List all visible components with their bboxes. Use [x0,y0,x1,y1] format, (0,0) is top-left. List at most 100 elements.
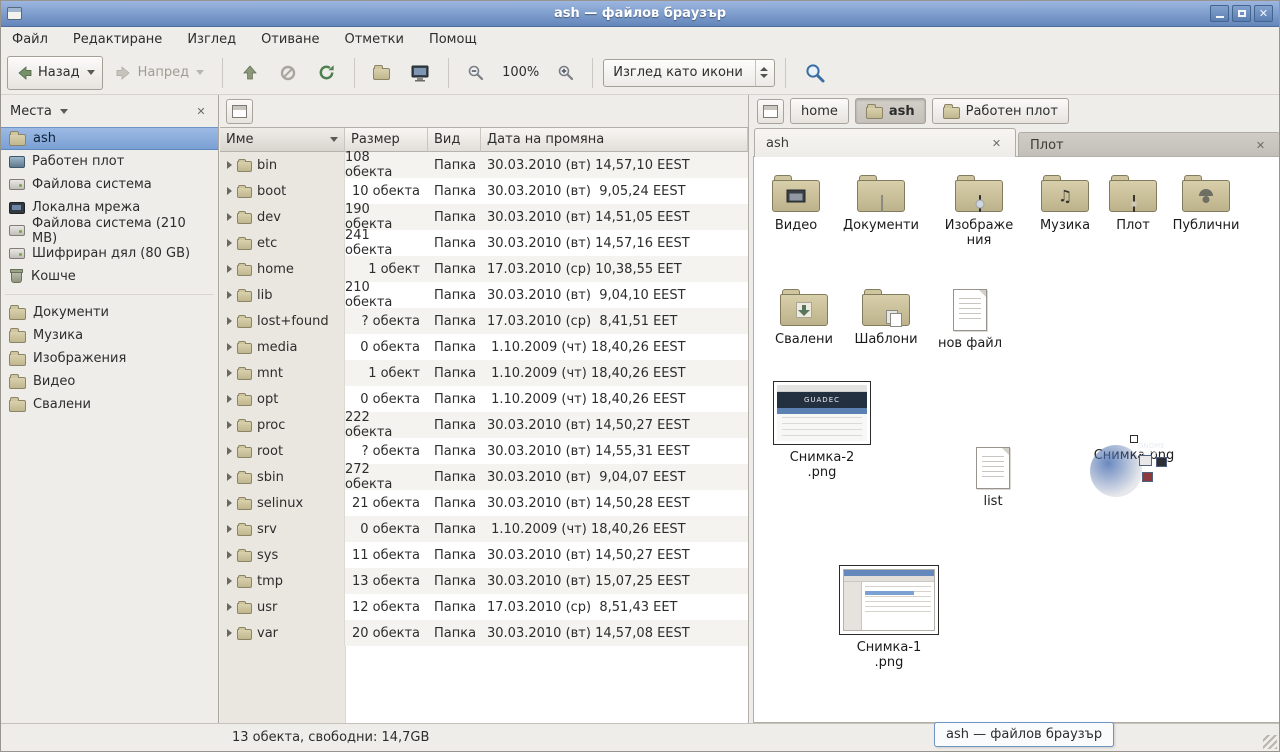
expander-icon[interactable] [227,447,232,455]
table-row[interactable]: lib 210 обекта Папка 30.03.2010 (вт) 9,0… [220,282,748,308]
sidebar-item-desktop[interactable]: Работен плот [1,150,218,173]
close-button[interactable] [1254,5,1273,22]
table-row[interactable]: boot 10 обекта Папка 30.03.2010 (вт) 9,0… [220,178,748,204]
sidebar-item-pictures[interactable]: Изображения [1,347,218,370]
expander-icon[interactable] [227,473,232,481]
home-button[interactable] [365,56,398,90]
expander-icon[interactable] [227,421,232,429]
column-header-name[interactable]: Име [220,128,345,152]
location-toggle-button[interactable] [226,99,253,124]
expander-icon[interactable] [227,265,232,273]
sidebar-item-encrypted-80gb[interactable]: Шифриран дял (80 GB) [1,242,218,265]
icon-new-file[interactable]: нов файл [928,289,1012,352]
icon-list-file[interactable]: list [951,447,1035,510]
table-row[interactable]: usr 12 обекта Папка 17.03.2010 (ср) 8,51… [220,594,748,620]
sidebar-item-ash[interactable]: ash [1,127,218,150]
table-row[interactable]: bin 108 обекта Папка 30.03.2010 (вт) 14,… [220,152,748,178]
icon-folder-pictures[interactable]: Изображения [942,173,1016,249]
menu-file[interactable]: Файл [12,32,48,47]
breadcrumb-ash[interactable]: ash [855,98,926,124]
table-row[interactable]: opt 0 обекта Папка 1.10.2009 (чт) 18,40,… [220,386,748,412]
view-mode-combobox[interactable]: Изглед като икони [603,59,775,87]
table-row[interactable]: home 1 обект Папка 17.03.2010 (ср) 10,38… [220,256,748,282]
computer-button[interactable] [402,56,438,90]
titlebar[interactable]: ash — файлов браузър [1,1,1279,27]
expander-icon[interactable] [227,551,232,559]
sidebar-item-filesystem-210mb[interactable]: Файлова система (210 MB) [1,219,218,242]
table-row[interactable]: etc 241 обекта Папка 30.03.2010 (вт) 14,… [220,230,748,256]
expander-icon[interactable] [227,369,232,377]
icon-snimka-2-png[interactable]: GUADEC Снимка-2.png [772,381,872,481]
tab-close-icon[interactable] [989,136,1004,151]
path-root-button[interactable] [757,99,784,124]
expander-icon[interactable] [227,395,232,403]
table-row[interactable]: proc 222 обекта Папка 30.03.2010 (вт) 14… [220,412,748,438]
table-row[interactable]: tmp 13 обекта Папка 30.03.2010 (вт) 15,0… [220,568,748,594]
breadcrumb-home[interactable]: home [790,98,849,124]
table-row[interactable]: root ? обекта Папка 30.03.2010 (вт) 14,5… [220,438,748,464]
back-button[interactable]: Назад [7,56,103,90]
maximize-button[interactable] [1232,5,1251,22]
table-row[interactable]: sbin 272 обекта Папка 30.03.2010 (вт) 9,… [220,464,748,490]
sidebar-close-icon[interactable] [193,103,209,119]
expander-icon[interactable] [227,525,232,533]
expander-icon[interactable] [227,577,232,585]
forward-history-caret-icon[interactable] [196,70,204,75]
reload-button[interactable] [309,56,344,90]
expander-icon[interactable] [227,213,232,221]
menu-help[interactable]: Помощ [429,32,477,47]
table-row[interactable]: dev 190 обекта Папка 30.03.2010 (вт) 14,… [220,204,748,230]
icon-folder-desktop[interactable]: Плот [1091,173,1175,234]
table-row[interactable]: srv 0 обекта Папка 1.10.2009 (чт) 18,40,… [220,516,748,542]
table-row[interactable]: lost+found ? обекта Папка 17.03.2010 (ср… [220,308,748,334]
tab-plot[interactable]: Плот [1018,132,1280,157]
places-title[interactable]: Места [10,104,52,119]
icon-folder-templates[interactable]: Шаблони [844,287,928,348]
zoom-out-button[interactable] [459,56,492,90]
table-row[interactable]: media 0 обекта Папка 1.10.2009 (чт) 18,4… [220,334,748,360]
icon-grid[interactable]: Видео Документи Изображения Музика Плот … [753,156,1280,723]
search-button[interactable] [796,56,834,90]
up-button[interactable] [233,56,267,90]
expander-icon[interactable] [227,291,232,299]
icon-folder-documents[interactable]: Документи [839,173,923,234]
sidebar-item-documents[interactable]: Документи [1,301,218,324]
minimize-button[interactable] [1210,5,1229,22]
menu-edit[interactable]: Редактиране [73,32,162,47]
expander-icon[interactable] [227,629,232,637]
column-header-type[interactable]: Вид [428,128,481,152]
tab-close-icon[interactable] [1253,138,1268,153]
menu-go[interactable]: Отиване [261,32,319,47]
expander-icon[interactable] [227,161,232,169]
sidebar-item-downloads[interactable]: Свалени [1,393,218,416]
expander-icon[interactable] [227,343,232,351]
resize-grip[interactable] [1263,735,1277,749]
table-row[interactable]: var 20 обекта Папка 30.03.2010 (вт) 14,5… [220,620,748,646]
breadcrumb-desktop[interactable]: Работен плот [932,98,1069,124]
column-header-modified[interactable]: Дата на промяна [481,128,748,152]
expander-icon[interactable] [227,317,232,325]
zoom-in-button[interactable] [549,56,582,90]
expander-icon[interactable] [227,187,232,195]
expander-icon[interactable] [227,603,232,611]
menu-view[interactable]: Изглед [187,32,236,47]
stop-button[interactable] [271,56,305,90]
icon-snimka-png[interactable]: GNOME Store Снимка.png [1082,435,1186,464]
expander-icon[interactable] [227,499,232,507]
table-row[interactable]: selinux 21 обекта Папка 30.03.2010 (вт) … [220,490,748,516]
sidebar-item-music[interactable]: Музика [1,324,218,347]
places-dropdown-caret-icon[interactable] [60,109,68,114]
forward-button[interactable]: Напред [107,56,212,90]
table-row[interactable]: sys 11 обекта Папка 30.03.2010 (вт) 14,5… [220,542,748,568]
expander-icon[interactable] [227,239,232,247]
tab-ash[interactable]: ash [754,128,1016,157]
menu-bookmarks[interactable]: Отметки [344,32,403,47]
icon-folder-downloads[interactable]: Свалени [762,287,846,348]
column-header-size[interactable]: Размер [345,128,428,152]
icon-snimka-1-png[interactable]: Снимка-1.png [838,565,940,671]
table-row[interactable]: mnt 1 обект Папка 1.10.2009 (чт) 18,40,2… [220,360,748,386]
icon-folder-public[interactable]: Публични [1164,173,1248,234]
icon-folder-video[interactable]: Видео [754,173,838,234]
sidebar-item-trash[interactable]: Кошче [1,265,218,288]
back-history-caret-icon[interactable] [87,70,95,75]
